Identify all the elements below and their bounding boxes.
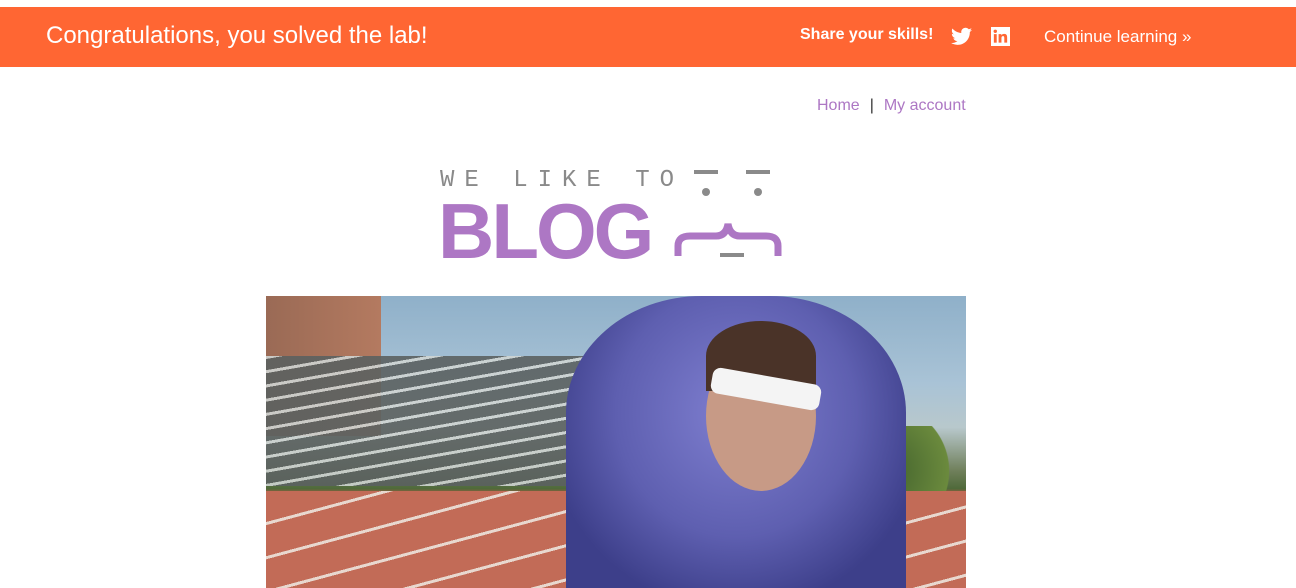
blog-logo: WE LIKE TO BLOG [438, 167, 782, 264]
post-image[interactable] [266, 296, 966, 588]
top-nav: Home | My account [817, 97, 966, 115]
continue-learning-link[interactable]: Continue learning » [1044, 27, 1191, 47]
share-label: Share your skills! [800, 26, 934, 43]
twitter-icon[interactable] [951, 27, 972, 46]
image-stands [266, 356, 586, 486]
banner-title: Congratulations, you solved the lab! [46, 22, 428, 49]
nav-home-link[interactable]: Home [817, 97, 860, 114]
linkedin-icon[interactable] [991, 27, 1010, 46]
svg-text:BLOG: BLOG [438, 187, 651, 264]
nav-separator: | [869, 97, 874, 114]
nav-my-account-link[interactable]: My account [884, 97, 966, 114]
lab-solved-banner: Congratulations, you solved the lab! Sha… [0, 7, 1296, 67]
